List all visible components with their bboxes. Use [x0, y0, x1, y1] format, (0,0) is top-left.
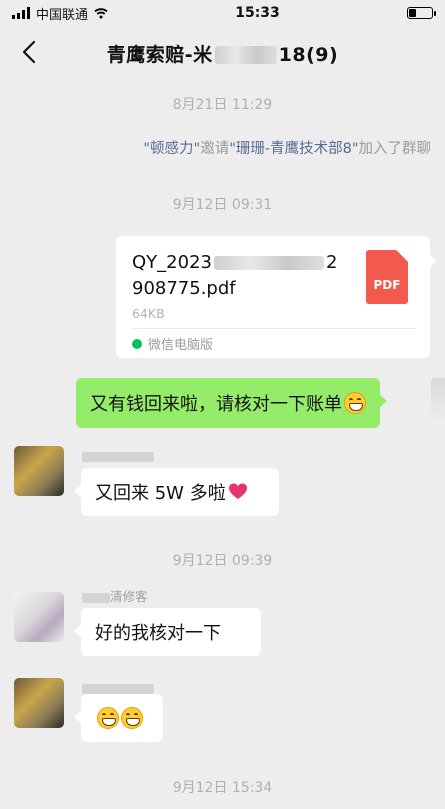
carrier-label: 中国联通: [36, 7, 89, 23]
file-message-card[interactable]: QY_2023 2 908775.pdf 64KB PDF 微信电脑版: [116, 236, 437, 358]
status-bar: 中国联通 15:33: [0, 0, 445, 26]
heart-emoji: [228, 483, 247, 499]
grinning-emoji: [121, 707, 143, 729]
status-left: 中国联通: [12, 4, 108, 23]
incoming-message[interactable]: 好的我核对一下: [74, 608, 261, 656]
message-text: 又有钱回来啦，请核对一下账单: [90, 394, 342, 415]
file-name-line1-end: 2: [325, 252, 338, 273]
sender-name: [82, 448, 154, 463]
grinning-emoji: [97, 707, 119, 729]
file-source-label: 微信电脑版: [148, 338, 214, 353]
timestamp: 9月12日 09:39: [172, 553, 273, 569]
redacted-mask: [214, 46, 277, 64]
outgoing-message[interactable]: 又有钱回来啦，请核对一下账单: [76, 378, 387, 428]
wifi-icon: [94, 8, 108, 19]
redacted-mask: [82, 451, 154, 462]
timestamp: 9月12日 15:34: [172, 780, 273, 796]
message-text: 又回来 5W 多啦: [95, 483, 226, 504]
sender-name-text: 清修客: [110, 589, 148, 604]
incoming-message[interactable]: 又回来 5W 多啦: [74, 468, 279, 516]
avatar[interactable]: [14, 446, 64, 496]
redacted-mask: [82, 683, 154, 694]
avatar[interactable]: [14, 592, 64, 642]
system-invite-message: "顿感力"邀请"珊珊-青鹰技术部8"加入了群聊: [0, 137, 445, 158]
pdf-file-icon: PDF: [366, 250, 408, 304]
chat-title[interactable]: 青鹰索赔-米 18(9): [0, 40, 445, 67]
timestamp: 9月12日 09:31: [172, 197, 273, 213]
chat-title-suffix: 18(9): [278, 43, 339, 66]
grinning-emoji: [344, 392, 366, 414]
sender-name: [82, 680, 154, 695]
my-avatar[interactable]: [431, 378, 445, 426]
file-name-line2: 908775.pdf: [132, 278, 236, 299]
invite-verb: 邀请: [200, 141, 230, 157]
timestamp: 8月21日 11:29: [172, 97, 273, 113]
invitee-link[interactable]: "珊珊-青鹰技术部8": [229, 141, 358, 157]
battery-icon: [407, 7, 436, 19]
message-text: 好的我核对一下: [95, 623, 221, 644]
pdf-type-label: PDF: [373, 278, 401, 292]
redacted-mask: [82, 592, 110, 603]
wechat-pc-icon: [132, 338, 142, 349]
status-time: 15:33: [235, 5, 280, 21]
incoming-message[interactable]: [74, 694, 163, 742]
avatar[interactable]: [14, 678, 64, 728]
invite-tail: 加入了群聊: [358, 141, 432, 157]
file-source: 微信电脑版: [132, 328, 416, 358]
signal-icon: [12, 7, 30, 19]
chat-header: 青鹰索赔-米 18(9): [0, 26, 445, 80]
back-chevron-icon[interactable]: [14, 36, 44, 68]
sender-name: 清修客: [82, 586, 148, 605]
chat-title-prefix: 青鹰索赔-米: [106, 43, 213, 66]
inviter-link[interactable]: "顿感力": [143, 141, 200, 157]
redacted-mask: [213, 256, 324, 270]
file-name: QY_2023 2 908775.pdf: [132, 250, 347, 302]
file-name-line1: QY_2023: [132, 252, 212, 273]
file-size: 64KB: [132, 306, 165, 321]
